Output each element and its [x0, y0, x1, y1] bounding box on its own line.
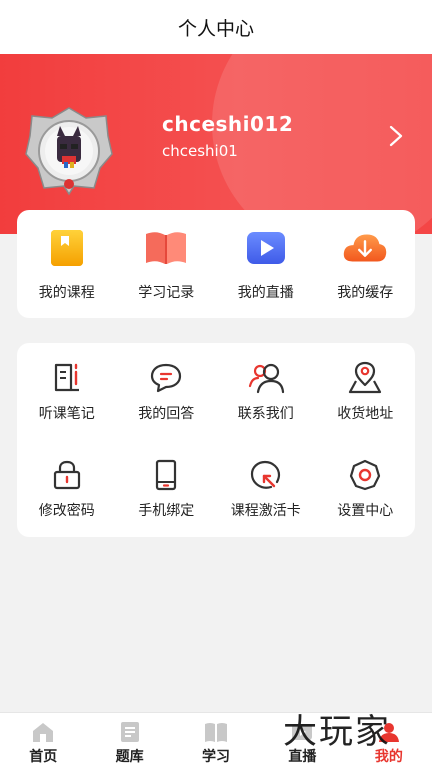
- cloud-download-icon: [341, 228, 389, 268]
- service-label: 我的回答: [138, 406, 195, 422]
- watermark-logo: 大玩家: [283, 712, 391, 752]
- tab-home[interactable]: 首页: [0, 713, 86, 768]
- lock-icon: [47, 458, 87, 492]
- chat-bubble-icon: [146, 361, 186, 395]
- tab-label: 题库: [115, 749, 144, 765]
- user-subname: chceshi01: [162, 142, 238, 160]
- service-label: 联系我们: [237, 406, 294, 422]
- contacts-icon: [246, 361, 286, 395]
- quick-actions-card: 我的课程 学习记录 我的直播 我的缓存: [17, 210, 415, 318]
- course-book-icon: [43, 228, 91, 268]
- question-bank-icon: [120, 722, 139, 742]
- username: chceshi012: [162, 112, 294, 136]
- study-book-icon: [205, 723, 228, 742]
- tab-question-bank[interactable]: 题库: [86, 713, 172, 768]
- quick-action-my-courses[interactable]: 我的课程: [17, 210, 117, 302]
- tab-label: 首页: [29, 749, 58, 765]
- quick-action-study-records[interactable]: 学习记录: [117, 210, 217, 302]
- quick-action-label: 我的直播: [237, 285, 294, 301]
- service-label: 课程激活卡: [230, 503, 301, 519]
- service-phone-binding[interactable]: 手机绑定: [117, 440, 217, 537]
- quick-action-my-live[interactable]: 我的直播: [216, 210, 316, 302]
- service-label: 手机绑定: [138, 503, 195, 519]
- service-change-password[interactable]: 修改密码: [17, 440, 117, 537]
- service-label: 设置中心: [337, 503, 394, 519]
- service-notes[interactable]: 听课笔记: [17, 343, 117, 440]
- quick-action-label: 我的缓存: [337, 285, 394, 301]
- service-label: 听课笔记: [38, 406, 95, 422]
- chevron-right-icon[interactable]: [388, 124, 404, 148]
- quick-action-label: 学习记录: [138, 285, 195, 301]
- tab-label: 学习: [202, 749, 231, 765]
- activation-icon: [246, 458, 286, 492]
- service-label: 收货地址: [337, 406, 394, 422]
- location-pin-icon: [345, 361, 385, 395]
- page-title: 个人中心: [177, 17, 254, 40]
- play-video-icon: [242, 228, 290, 268]
- phone-icon: [146, 458, 186, 492]
- services-card: 听课笔记 我的回答 联系我们 收货地址 修改密码 手机绑定 课程激活卡 设置中心: [17, 343, 415, 537]
- notes-icon: [47, 361, 87, 395]
- service-label: 修改密码: [38, 503, 95, 519]
- quick-action-label: 我的课程: [38, 285, 95, 301]
- tab-study[interactable]: 学习: [173, 713, 259, 768]
- open-book-icon: [142, 228, 190, 268]
- service-course-activation[interactable]: 课程激活卡: [216, 440, 316, 537]
- quick-action-my-cache[interactable]: 我的缓存: [316, 210, 416, 302]
- service-contact-us[interactable]: 联系我们: [216, 343, 316, 440]
- avatar-badge-icon[interactable]: [24, 106, 114, 196]
- profile-header[interactable]: chceshi012 chceshi01: [0, 54, 432, 234]
- home-icon: [33, 723, 54, 742]
- page-title-bar: 个人中心: [0, 0, 432, 54]
- service-my-answers[interactable]: 我的回答: [117, 343, 217, 440]
- service-shipping-address[interactable]: 收货地址: [316, 343, 416, 440]
- gear-icon: [345, 458, 385, 492]
- service-settings[interactable]: 设置中心: [316, 440, 416, 537]
